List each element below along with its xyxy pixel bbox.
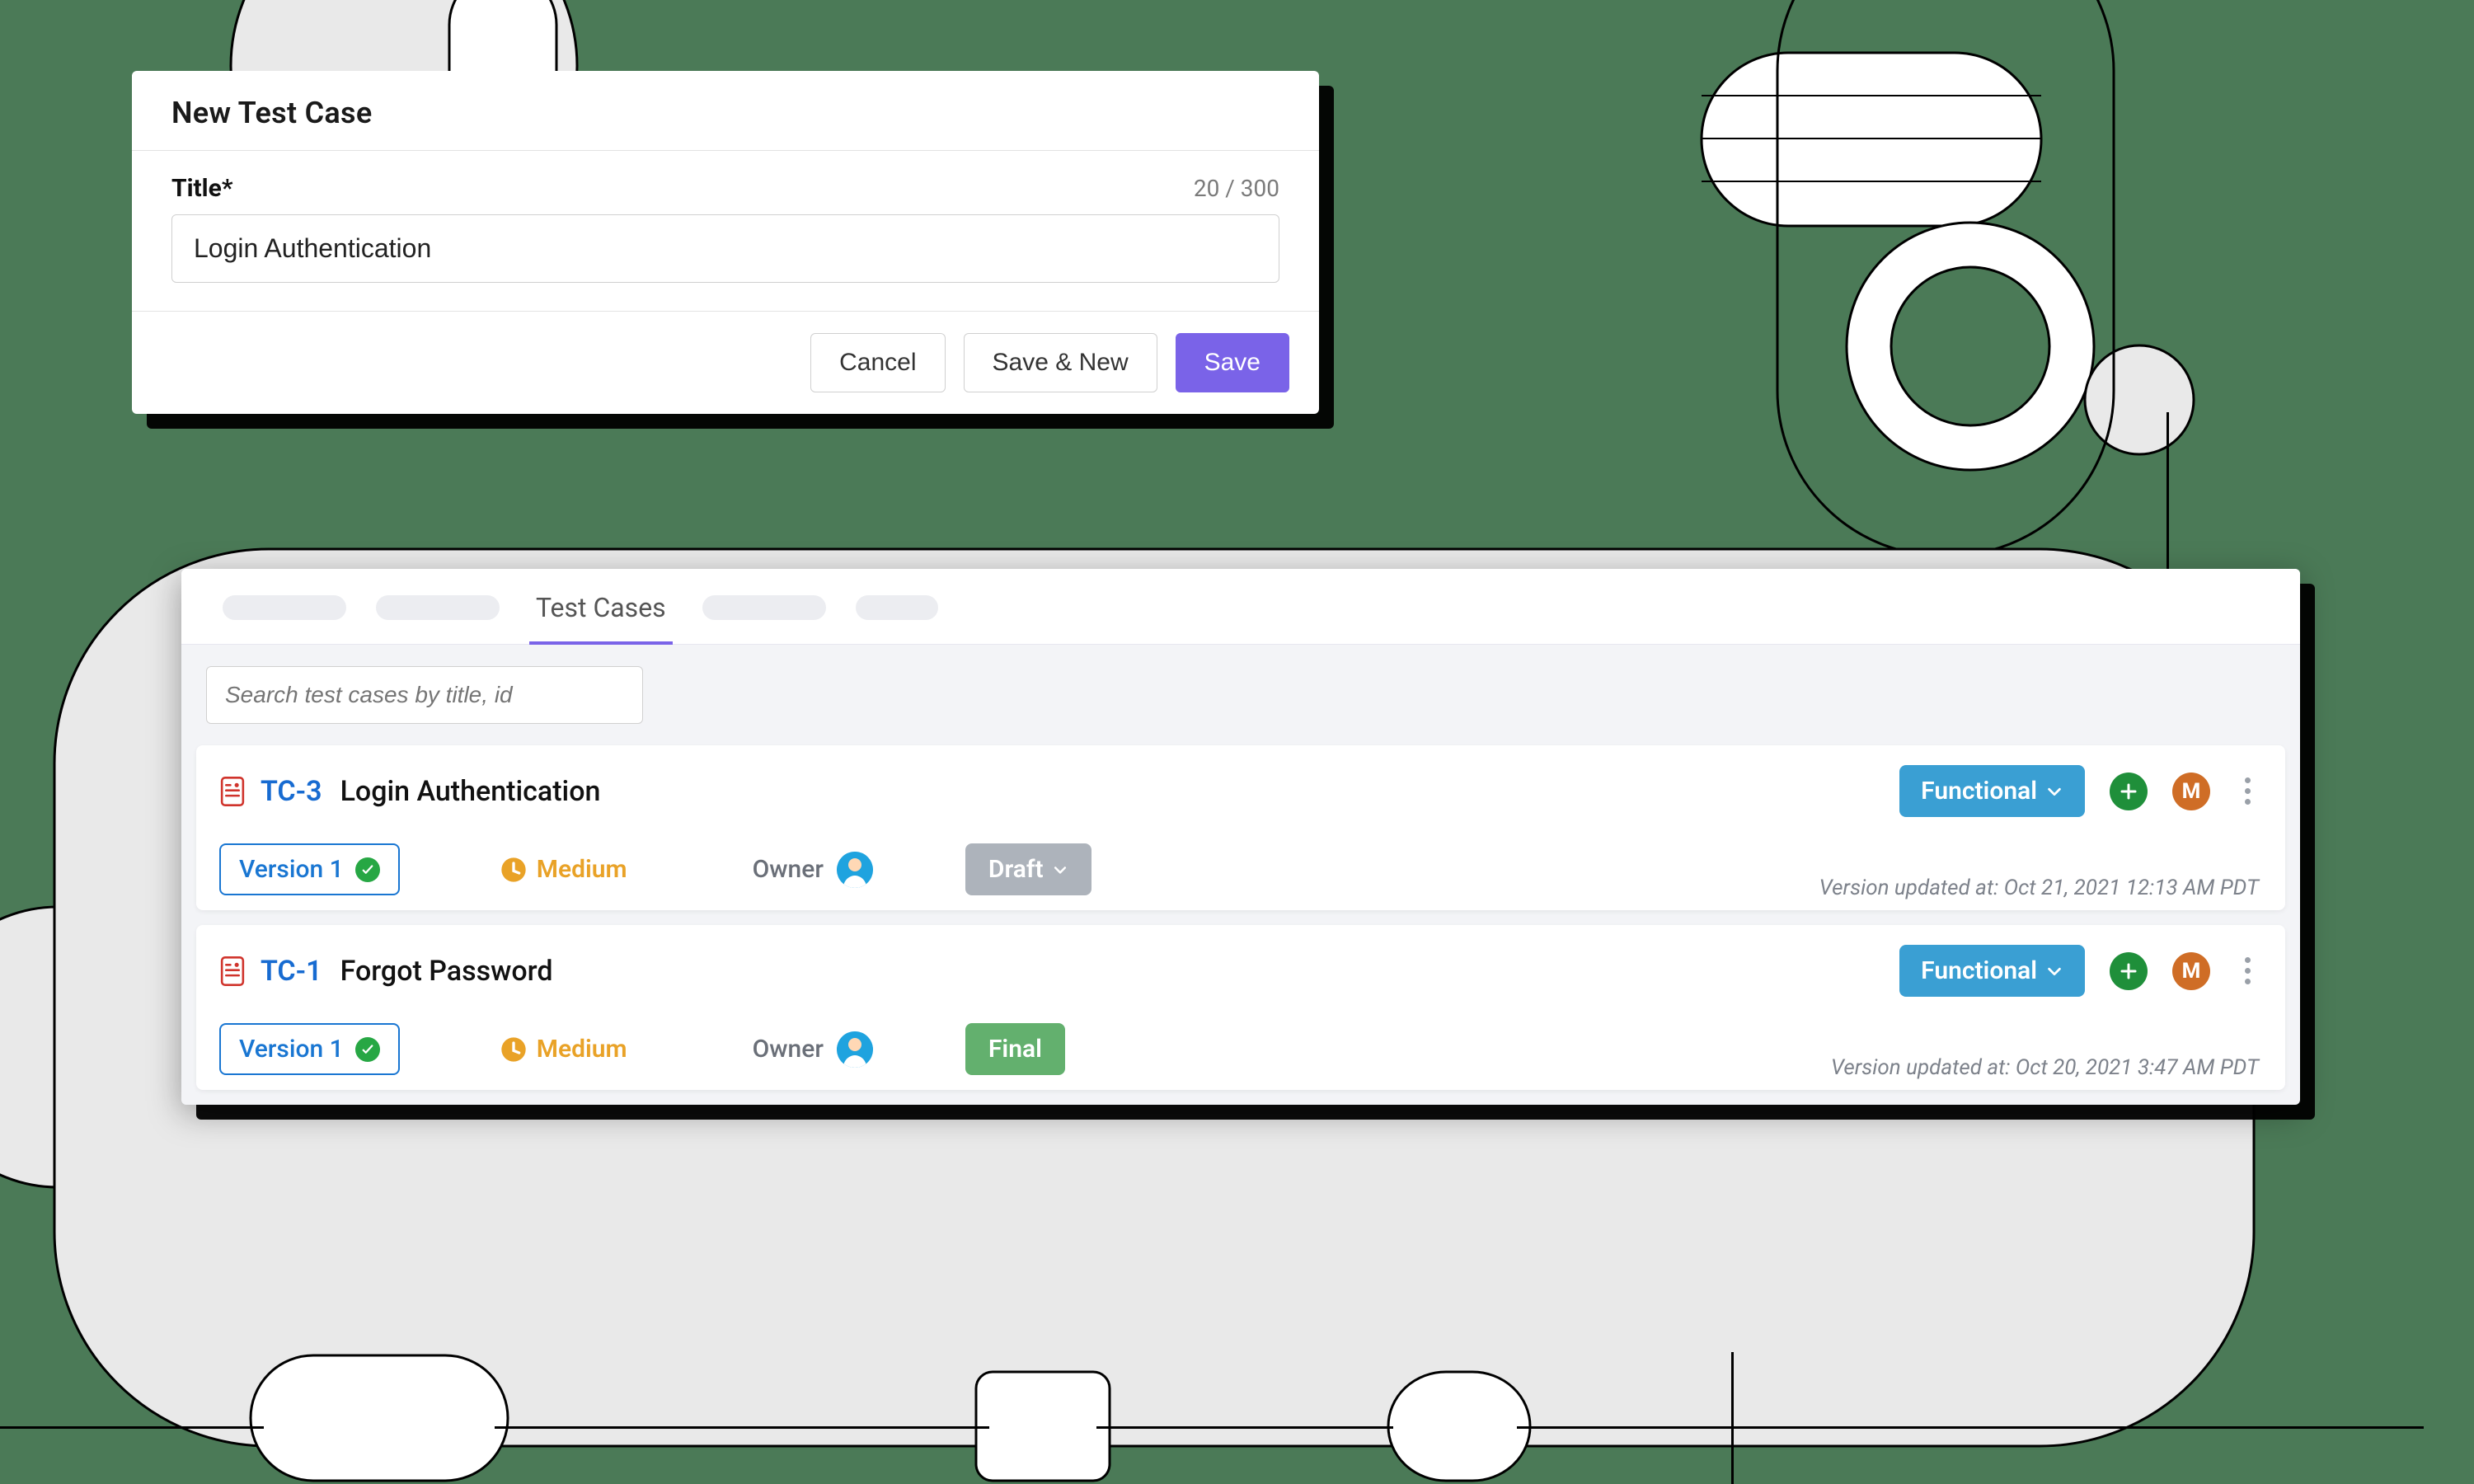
add-button[interactable] [2110,773,2148,810]
version-chip[interactable]: Version 1 [219,1023,400,1075]
tab-placeholder[interactable] [702,595,826,620]
type-chip[interactable]: Functional [1899,765,2085,817]
test-case-row[interactable]: TC-3 Login Authentication Functional M V… [196,745,2285,910]
more-actions-button[interactable] [2233,951,2262,991]
plus-icon [2119,782,2138,801]
check-icon [355,1037,380,1062]
tab-placeholder[interactable] [376,595,500,620]
type-chip[interactable]: Functional [1899,945,2085,997]
title-field-label: Title [171,174,222,203]
test-case-id[interactable]: TC-1 [261,955,322,988]
chevron-down-icon [1052,862,1068,878]
priority: Medium [500,1035,627,1064]
status-label: Draft [988,855,1044,884]
avatar-icon [837,1031,873,1068]
version-label: Version 1 [239,855,344,884]
test-case-title: Login Authentication [340,775,601,808]
search-input[interactable] [206,666,643,724]
priority-label: Medium [537,1035,627,1064]
title-input[interactable] [171,214,1279,283]
priority-icon [500,857,527,883]
test-case-id[interactable]: TC-3 [261,775,322,808]
priority-label: Medium [537,855,627,884]
type-chip-label: Functional [1921,956,2037,985]
new-test-case-modal: New Test Case Title* 20 / 300 Cancel Sav… [132,71,1319,414]
chevron-down-icon [2045,782,2063,801]
required-indicator: * [222,174,233,203]
priority: Medium [500,855,627,884]
status-label: Final [988,1035,1042,1064]
version-chip[interactable]: Version 1 [219,843,400,895]
document-icon [219,777,246,806]
add-button[interactable] [2110,952,2148,990]
avatar-icon [837,852,873,888]
plus-icon [2119,961,2138,981]
m-badge[interactable]: M [2172,773,2210,810]
chevron-down-icon [2045,962,2063,980]
tab-placeholder[interactable] [223,595,346,620]
title-char-counter: 20 / 300 [1194,175,1279,202]
modal-title: New Test Case [132,71,1319,151]
save-and-new-button[interactable]: Save & New [964,333,1157,392]
tab-placeholder[interactable] [856,595,938,620]
test-case-title: Forgot Password [340,955,553,988]
check-icon [355,857,380,882]
owner-label: Owner [753,855,824,884]
updated-timestamp: Version updated at: Oct 21, 2021 12:13 A… [1819,876,2259,900]
test-case-row[interactable]: TC-1 Forgot Password Functional M Versio… [196,925,2285,1090]
owner-label: Owner [753,1035,824,1064]
cancel-button[interactable]: Cancel [810,333,945,392]
owner-avatar[interactable] [837,1031,873,1068]
status-chip[interactable]: Final [965,1023,1065,1075]
m-badge[interactable]: M [2172,952,2210,990]
priority-icon [500,1036,527,1063]
version-label: Version 1 [239,1035,344,1064]
tab-test-cases[interactable]: Test Cases [529,589,673,645]
more-actions-button[interactable] [2233,771,2262,811]
status-chip[interactable]: Draft [965,843,1091,895]
updated-timestamp: Version updated at: Oct 20, 2021 3:47 AM… [1831,1055,2259,1080]
test-cases-panel: Test Cases TC-3 Login Authentication Fun… [181,569,2300,1105]
type-chip-label: Functional [1921,777,2037,805]
document-icon [219,956,246,986]
tab-bar: Test Cases [181,569,2300,645]
owner-avatar[interactable] [837,852,873,888]
save-button[interactable]: Save [1176,333,1289,392]
